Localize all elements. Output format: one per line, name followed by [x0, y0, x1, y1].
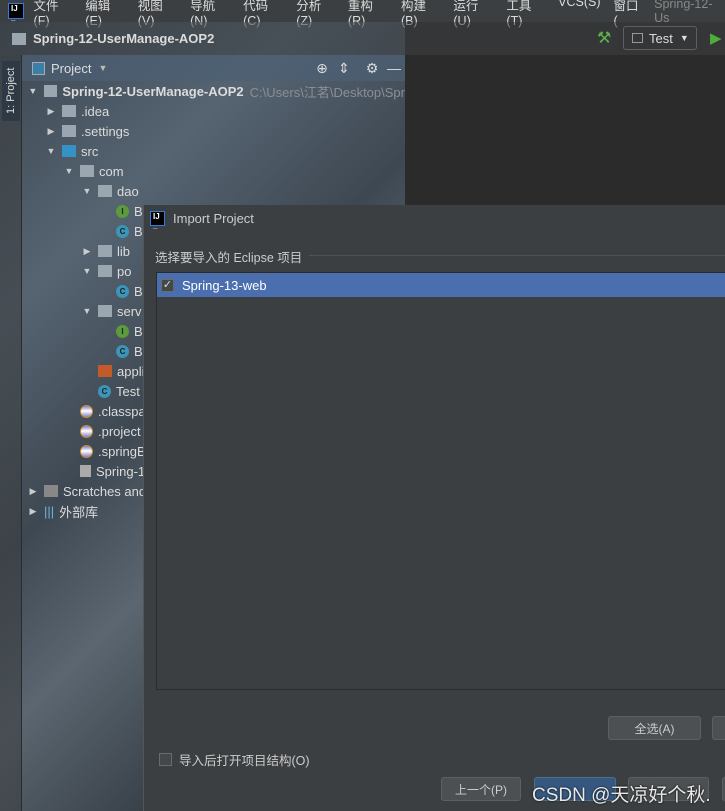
eclipse-file-icon	[80, 444, 93, 458]
iml-file-icon	[80, 465, 91, 477]
class-icon: C	[116, 224, 129, 238]
dialog-title-bar: IJ _ Import Project	[144, 205, 725, 231]
tree-item-label: Scratches and	[63, 483, 147, 499]
tree-item-label: com	[99, 163, 124, 179]
chevron-right-icon[interactable]: ▶	[26, 486, 40, 497]
eclipse-file-icon	[80, 424, 93, 438]
project-view-icon	[32, 61, 45, 75]
tree-item-label: Test	[116, 383, 140, 399]
scratches-icon	[44, 485, 58, 497]
run-config-label: Test	[649, 30, 673, 46]
open-structure-option[interactable]: 导入后打开项目结构(O)	[159, 750, 310, 769]
source-folder-icon	[62, 145, 76, 157]
list-item[interactable]: ✓ Spring-13-web	[157, 273, 725, 297]
chevron-down-icon[interactable]: ▼	[44, 146, 58, 156]
left-tool-stripe: 1: Project	[0, 55, 22, 811]
chevron-right-icon[interactable]: ▶	[44, 126, 58, 137]
run-config-select[interactable]: Test ▼	[623, 26, 697, 50]
divider	[309, 255, 725, 256]
tree-item-label: dao	[117, 183, 139, 199]
navigation-bar: Spring-12-UserManage-AOP2 ⚒ Test ▼ ▶	[0, 22, 725, 55]
previous-button[interactable]: 上一个(P)	[441, 777, 521, 801]
open-structure-label: 导入后打开项目结构(O)	[179, 754, 310, 768]
eclipse-project-list[interactable]: ✓ Spring-13-web	[156, 272, 725, 690]
tree-item-path: C:\Users\江茗\Desktop\Spr	[249, 84, 405, 100]
chevron-right-icon[interactable]: ▶	[44, 106, 58, 117]
tree-item-label: lib	[117, 243, 131, 259]
chevron-down-icon[interactable]: ▼	[80, 306, 94, 316]
chevron-down-icon[interactable]: ▼	[98, 63, 107, 73]
tree-item-label: .settings	[81, 123, 130, 139]
gear-icon[interactable]: ⚙	[361, 60, 383, 77]
class-icon: C	[116, 344, 129, 358]
config-icon	[632, 33, 643, 43]
eclipse-file-icon	[80, 404, 93, 418]
tree-item[interactable]: ▶ .idea	[22, 101, 405, 121]
section-label: 选择要导入的 Eclipse 项目	[155, 251, 303, 265]
open-structure-checkbox[interactable]	[159, 753, 172, 766]
spring-xml-icon	[98, 365, 112, 377]
build-hammer-icon[interactable]: ⚒	[597, 28, 611, 48]
tree-item-label: po	[117, 263, 132, 279]
tree-item-label: .idea	[81, 103, 110, 119]
library-icon: |||	[44, 503, 55, 519]
locate-icon[interactable]: ⊕	[311, 60, 333, 77]
class-icon: C	[116, 284, 129, 298]
project-folder-icon	[12, 32, 26, 45]
tree-item-label: src	[81, 143, 99, 159]
chevron-down-icon[interactable]: ▼	[80, 186, 94, 196]
tree-item-label: B	[134, 223, 143, 239]
watermark: CSDN @天凉好个秋.	[532, 785, 711, 806]
chevron-right-icon[interactable]: ▶	[80, 246, 94, 257]
chevron-down-icon[interactable]: ▼	[26, 86, 40, 96]
run-play-icon[interactable]: ▶	[710, 29, 722, 47]
chevron-right-icon[interactable]: ▶	[26, 506, 40, 517]
menu-bar: IJ _ 文件(F) 编辑(E) 视图(V) 导航(N) 代码(C) 分析(Z) 重构(R) 构…	[0, 0, 725, 28]
intellij-logo-icon: IJ _	[8, 3, 24, 22]
dialog-title: Import Project	[173, 210, 254, 226]
tree-item-label: Spring-12-UserManage-AOP2	[62, 83, 244, 99]
project-name: Spring-13-web	[182, 277, 267, 293]
tree-item[interactable]: ▼ Spring-12-UserManage-AOP2 C:\Users\江茗\De…	[22, 81, 405, 101]
test-class-icon: C	[98, 384, 111, 398]
package-icon	[80, 165, 94, 177]
project-panel-header: Project ▼ ⊕ ⇕ ⚙ —	[22, 55, 405, 81]
tree-item-label: .project	[98, 423, 141, 439]
intellij-logo-icon: IJ _	[150, 210, 165, 230]
tree-item-label: serv	[117, 303, 142, 319]
unselect-all-button[interactable]	[712, 716, 725, 740]
interface-icon: I	[116, 204, 129, 218]
tree-item-label: B	[134, 283, 143, 299]
package-icon	[98, 305, 112, 317]
tree-item-label: B	[134, 203, 143, 219]
import-project-dialog: IJ _ Import Project 选择要导入的 Eclipse 项目 ✓ S…	[143, 205, 725, 811]
tree-item[interactable]: ▶ .settings	[22, 121, 405, 141]
package-icon	[98, 245, 112, 257]
chevron-down-icon[interactable]: ▼	[80, 266, 94, 276]
folder-icon	[62, 105, 76, 117]
package-icon	[98, 185, 112, 197]
interface-icon: I	[116, 324, 129, 338]
tree-item-label: 外部库	[59, 504, 99, 520]
module-folder-icon	[43, 85, 58, 97]
collapse-all-icon[interactable]: ⇕	[333, 60, 355, 77]
tree-item-label: B	[134, 323, 143, 339]
hide-icon[interactable]: —	[383, 60, 405, 76]
select-all-button[interactable]: 全选(A)	[608, 716, 701, 740]
tree-item-label: B	[134, 343, 143, 359]
tab-project[interactable]: 1: Project	[2, 61, 20, 121]
chevron-down-icon: ▼	[679, 33, 689, 43]
tree-item[interactable]: ▼ com	[22, 161, 405, 181]
tree-item[interactable]: ▼ src	[22, 141, 405, 161]
folder-icon	[62, 125, 76, 137]
chevron-down-icon[interactable]: ▼	[62, 166, 76, 176]
project-checkbox[interactable]: ✓	[161, 278, 174, 292]
project-breadcrumb[interactable]: Spring-12-UserManage-AOP2	[33, 31, 214, 46]
tree-item[interactable]: ▼ dao	[22, 181, 405, 201]
package-icon	[98, 265, 112, 277]
project-view-select[interactable]: Project	[51, 61, 91, 76]
